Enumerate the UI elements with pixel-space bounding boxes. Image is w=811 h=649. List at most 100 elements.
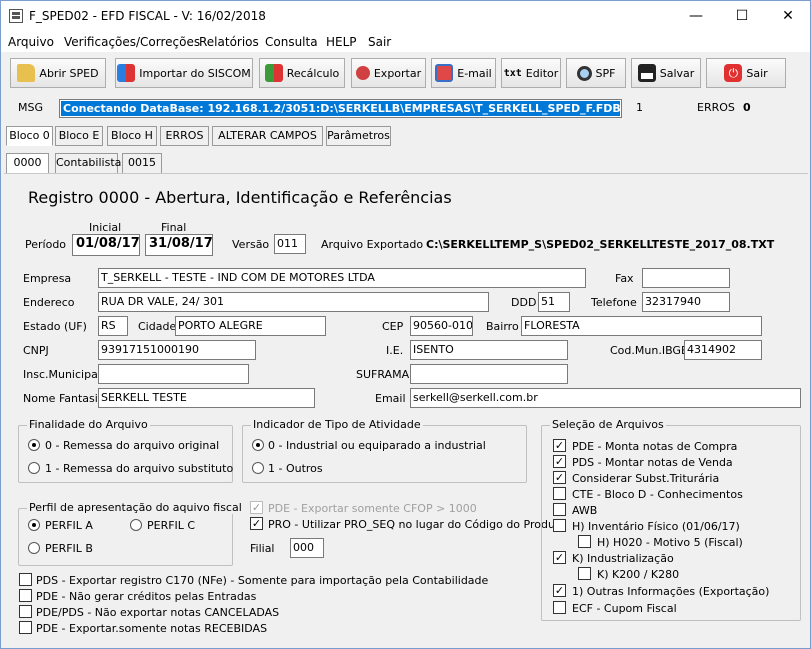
perfil-b-radio[interactable] xyxy=(28,542,40,554)
empresa-field[interactable]: T_SERKELL - TESTE - IND COM DE MOTORES L… xyxy=(98,268,586,288)
exportar-button[interactable]: Exportar xyxy=(351,58,426,88)
atividade-1-radio[interactable] xyxy=(252,462,264,474)
codmun-field[interactable]: 4314902 xyxy=(684,340,762,360)
menu-relatorios[interactable]: Relatórios xyxy=(199,35,259,49)
cidade-label: Cidade xyxy=(138,320,177,333)
menu-help[interactable]: HELP xyxy=(326,35,357,49)
sel-industrializacao-checkbox[interactable] xyxy=(553,551,566,564)
message-bar: MSG Conectando DataBase: 192.168.1.2/305… xyxy=(1,96,810,122)
pde-cfop-checkbox[interactable] xyxy=(250,501,263,514)
sel-awb-label: AWB xyxy=(572,504,598,517)
cnpj-label: CNPJ xyxy=(23,344,49,357)
filial-field[interactable]: 000 xyxy=(290,538,324,558)
menu-arquivo[interactable]: Arquivo xyxy=(8,35,54,49)
fax-field[interactable] xyxy=(642,268,730,288)
sel-pds-label: PDS - Montar notas de Venda xyxy=(572,456,733,469)
versao-field[interactable]: 011 xyxy=(274,234,306,254)
periodo-final-field[interactable]: 31/08/17 xyxy=(145,234,213,256)
sel-cte-checkbox[interactable] xyxy=(553,487,566,500)
sel-k200-checkbox[interactable] xyxy=(578,567,591,580)
sel-cte-label: CTE - Bloco D - Conhecimentos xyxy=(572,488,743,501)
editor-button[interactable]: txt Editor xyxy=(501,58,561,88)
msg-field[interactable]: Conectando DataBase: 192.168.1.2/3051:D:… xyxy=(59,99,622,118)
periodo-inicial-field[interactable]: 01/08/17 xyxy=(72,234,140,256)
sel-inventario-label: H) Inventário Físico (01/06/17) xyxy=(572,520,740,533)
menu-verificacoes[interactable]: Verificações/Correções xyxy=(64,35,200,49)
endereco-field[interactable]: RUA DR VALE, 24/ 301 xyxy=(98,292,489,312)
fantasia-field[interactable]: SERKELL TESTE xyxy=(98,388,315,408)
inicial-label: Inicial xyxy=(89,221,122,234)
editor-icon: txt xyxy=(503,67,522,79)
perfil-c-radio[interactable] xyxy=(130,519,142,531)
cep-field[interactable]: 90560-010 xyxy=(410,316,473,336)
sel-ecf-label: ECF - Cupom Fiscal xyxy=(572,602,677,615)
menu-consulta[interactable]: Consulta xyxy=(265,35,318,49)
suframa-field[interactable] xyxy=(410,364,568,384)
tab-bloco-0[interactable]: Bloco 0 xyxy=(6,126,53,146)
recebidas-checkbox[interactable] xyxy=(19,621,32,634)
atividade-title: Indicador de Tipo de Atividade xyxy=(251,418,423,431)
salvar-button[interactable]: Salvar xyxy=(631,58,701,88)
perfil-a-radio[interactable] xyxy=(28,519,40,531)
ddd-label: DDD xyxy=(511,296,537,309)
tab-contabilista[interactable]: Contabilista xyxy=(55,153,121,174)
tab-erros[interactable]: ERROS xyxy=(160,126,209,146)
cnpj-field[interactable]: 93917151000190 xyxy=(98,340,256,360)
tab-alterar-campos[interactable]: ALTERAR CAMPOS xyxy=(212,126,323,146)
page-title: Registro 0000 - Abertura, Identificação … xyxy=(28,188,452,207)
perfil-title: Perfil de apresentação do aquivo fiscal xyxy=(27,501,244,514)
sair-button[interactable]: ⏻ Sair xyxy=(706,58,786,88)
sel-outras-label: 1) Outras Informações (Exportação) xyxy=(572,585,770,598)
search-icon xyxy=(576,65,592,81)
sel-h020-checkbox[interactable] xyxy=(578,535,591,548)
spf-button[interactable]: SPF xyxy=(566,58,626,88)
finalidade-0-label: 0 - Remessa do arquivo original xyxy=(45,439,220,452)
finalidade-1-label: 1 - Remessa do arquivo substituto xyxy=(45,462,234,475)
finalidade-0-radio[interactable] xyxy=(28,439,40,451)
close-button[interactable]: ✕ xyxy=(765,1,811,32)
atividade-0-radio[interactable] xyxy=(252,439,264,451)
atividade-1-label: 1 - Outros xyxy=(268,462,323,475)
canceladas-checkbox[interactable] xyxy=(19,605,32,618)
menu-bar: Arquivo Verificações/Correções Relatório… xyxy=(1,32,810,52)
finalidade-1-radio[interactable] xyxy=(28,462,40,474)
sel-subst-checkbox[interactable] xyxy=(553,471,566,484)
finalidade-title: Finalidade do Arquivo xyxy=(27,418,150,431)
pro-seq-checkbox[interactable] xyxy=(250,517,263,530)
tab-parametros[interactable]: Parâmetros xyxy=(326,126,391,146)
ddd-field[interactable]: 51 xyxy=(538,292,570,312)
canceladas-label: PDE/PDS - Não exportar notas CANCELADAS xyxy=(36,606,280,619)
email-field[interactable]: serkell@serkell.com.br xyxy=(410,388,801,408)
pde-creditos-checkbox[interactable] xyxy=(19,589,32,602)
tab-0000[interactable]: 0000 xyxy=(6,153,49,174)
telefone-field[interactable]: 32317940 xyxy=(642,292,730,312)
email-button[interactable]: E-mail xyxy=(431,58,496,88)
tab-bloco-h[interactable]: Bloco H xyxy=(107,126,157,146)
ie-label: I.E. xyxy=(386,344,404,357)
tab-bloco-e[interactable]: Bloco E xyxy=(55,126,103,146)
msg-count: 1 xyxy=(636,101,643,114)
minimize-button[interactable]: — xyxy=(673,1,719,32)
email-label: Email xyxy=(375,392,406,405)
estado-field[interactable]: RS xyxy=(98,316,128,336)
sel-pds-checkbox[interactable] xyxy=(553,455,566,468)
inscmun-field[interactable] xyxy=(98,364,249,384)
recalculo-button[interactable]: Recálculo xyxy=(259,58,345,88)
abrir-sped-button[interactable]: Abrir SPED xyxy=(10,58,106,88)
sel-outras-checkbox[interactable] xyxy=(553,584,566,597)
suframa-label: SUFRAMA xyxy=(356,368,410,381)
save-icon xyxy=(637,64,656,82)
sel-subst-label: Considerar Subst.Triturária xyxy=(572,472,720,485)
sel-inventario-checkbox[interactable] xyxy=(553,519,566,532)
maximize-button[interactable]: ☐ xyxy=(719,1,765,32)
pds-c170-checkbox[interactable] xyxy=(19,573,32,586)
menu-sair[interactable]: Sair xyxy=(368,35,391,49)
sel-ecf-checkbox[interactable] xyxy=(553,601,566,614)
bairro-field[interactable]: FLORESTA xyxy=(521,316,762,336)
sel-awb-checkbox[interactable] xyxy=(553,503,566,516)
ie-field[interactable]: ISENTO xyxy=(410,340,568,360)
tab-0015[interactable]: 0015 xyxy=(122,153,162,174)
sel-pde-checkbox[interactable] xyxy=(553,439,566,452)
cidade-field[interactable]: PORTO ALEGRE xyxy=(175,316,326,336)
importar-siscom-button[interactable]: Importar do SISCOM xyxy=(115,58,253,88)
